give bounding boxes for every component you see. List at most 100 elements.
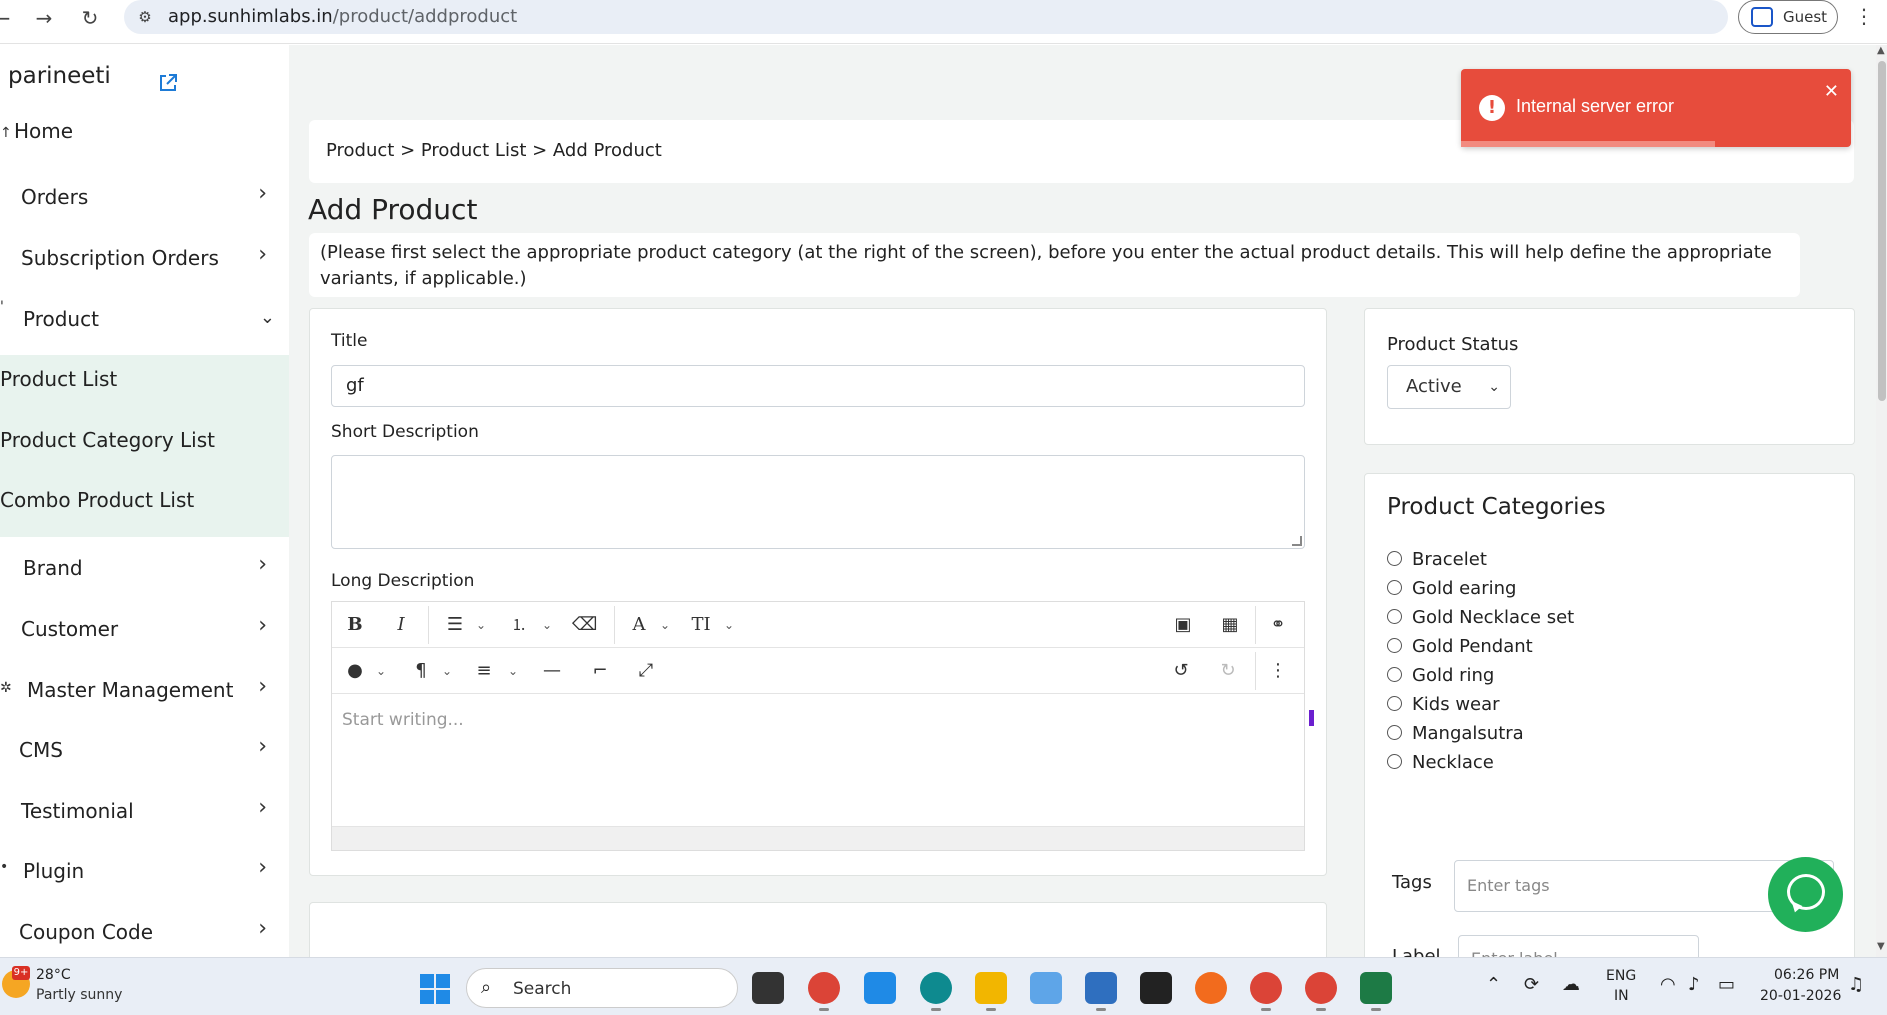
cursor-app-icon[interactable]: [1140, 972, 1172, 1004]
page-scrollbar[interactable]: ▲ ▼: [1876, 45, 1887, 957]
more-options-icon[interactable]: ⋮: [1266, 657, 1290, 685]
main-content: Product > Product List > Add Product Add…: [289, 45, 1876, 957]
chevron-down-icon[interactable]: ⌄: [476, 611, 486, 639]
font-size-icon[interactable]: TI: [688, 611, 714, 639]
sidebar-item-brand[interactable]: Brand ›: [0, 544, 289, 594]
sidebar-item-product[interactable]: ' Product ⌄: [0, 295, 289, 345]
breadcrumb[interactable]: Product > Product List > Add Product: [326, 140, 662, 161]
wifi-icon[interactable]: ◠: [1660, 974, 1676, 995]
scroll-down-icon[interactable]: ▼: [1877, 941, 1885, 952]
chevron-down-icon[interactable]: ⌄: [376, 657, 386, 685]
sidebar-item-cms[interactable]: CMS ›: [0, 726, 289, 776]
weather-temperature[interactable]: 28°C: [36, 967, 71, 983]
windows-start-icon[interactable]: [420, 974, 450, 1004]
chevron-up-icon[interactable]: ⌃: [1486, 974, 1501, 995]
image-icon[interactable]: ▣: [1171, 611, 1195, 639]
italic-icon[interactable]: I: [390, 611, 412, 639]
short-description-textarea[interactable]: [331, 455, 1305, 549]
browser-menu-icon[interactable]: ⋮: [1854, 2, 1874, 30]
link-icon[interactable]: ⚭: [1266, 611, 1290, 639]
chrome-icon[interactable]: [808, 972, 840, 1004]
language-indicator[interactable]: ENG: [1606, 968, 1636, 984]
url-text[interactable]: app.sunhimlabs.in/product/addproduct: [168, 6, 517, 27]
paragraph-icon[interactable]: ¶: [410, 657, 432, 685]
taskbar-search[interactable]: ⌕ Search: [466, 968, 738, 1008]
sidebar-item-subscription-orders[interactable]: Subscription Orders ›: [0, 234, 289, 284]
undo-icon[interactable]: ↺: [1169, 657, 1193, 685]
font-icon[interactable]: A: [628, 611, 650, 639]
battery-icon[interactable]: ▭: [1718, 974, 1735, 995]
chevron-down-icon[interactable]: ⌄: [508, 657, 518, 685]
radio-button[interactable]: [1387, 696, 1402, 711]
sync-icon[interactable]: ⟳: [1524, 974, 1539, 995]
address-bar[interactable]: ⚙ app.sunhimlabs.in/product/addproduct: [124, 0, 1728, 34]
close-icon[interactable]: ✕: [1824, 81, 1839, 102]
editor-content-area[interactable]: Start writing...: [332, 698, 1304, 825]
radio-button[interactable]: [1387, 638, 1402, 653]
numbered-list-icon[interactable]: ⒈: [508, 611, 530, 639]
sidebar-item-coupon-code[interactable]: Coupon Code ›: [0, 908, 289, 957]
radio-button[interactable]: [1387, 754, 1402, 769]
submenu-item-product-list[interactable]: Product List: [0, 355, 289, 405]
volume-icon[interactable]: ♪: [1688, 974, 1700, 995]
radio-button[interactable]: [1387, 667, 1402, 682]
clock-time[interactable]: 06:26 PM: [1774, 967, 1839, 983]
profile-button[interactable]: Guest: [1738, 0, 1838, 34]
format-painter-icon[interactable]: ⌐: [588, 657, 612, 685]
chevron-down-icon[interactable]: ⌄: [442, 657, 452, 685]
radio-button[interactable]: [1387, 580, 1402, 595]
radio-button[interactable]: [1387, 609, 1402, 624]
eraser-icon[interactable]: ⌫: [572, 611, 597, 639]
edge-icon[interactable]: [920, 972, 952, 1004]
task-view-icon[interactable]: [752, 972, 784, 1004]
chevron-down-icon[interactable]: ⌄: [724, 611, 734, 639]
chrome-icon[interactable]: [1305, 972, 1337, 1004]
forward-icon[interactable]: →: [30, 4, 58, 32]
align-icon[interactable]: ≡: [472, 657, 496, 685]
redo-icon[interactable]: ↻: [1216, 657, 1240, 685]
snipping-tool-icon[interactable]: [1030, 972, 1062, 1004]
postman-icon[interactable]: [1195, 972, 1227, 1004]
table-icon[interactable]: ▦: [1218, 611, 1242, 639]
chrome-icon[interactable]: [1250, 972, 1282, 1004]
sidebar-item-master-management[interactable]: ✲ Master Management ›: [0, 666, 289, 716]
browser-toolbar: ← → ↻ ⚙ app.sunhimlabs.in/product/addpro…: [0, 0, 1887, 44]
scrollbar-thumb[interactable]: [1878, 61, 1886, 401]
submenu-item-product-category-list[interactable]: Product Category List: [0, 416, 289, 466]
notepad-icon[interactable]: [1085, 972, 1117, 1004]
external-link-icon[interactable]: [158, 73, 178, 93]
back-icon[interactable]: ←: [0, 4, 16, 32]
sidebar-item-testimonial[interactable]: Testimonial ›: [0, 787, 289, 837]
label-input[interactable]: Enter label: [1458, 935, 1699, 957]
resize-handle-icon[interactable]: [1292, 536, 1302, 546]
fullscreen-icon[interactable]: ⤢: [634, 657, 658, 685]
scroll-up-icon[interactable]: ▲: [1877, 45, 1885, 56]
profile-icon: [1751, 7, 1773, 27]
vscode-icon[interactable]: [864, 972, 896, 1004]
sidebar-item-home[interactable]: ↑ Home: [0, 107, 289, 157]
sidebar-item-plugin[interactable]: • Plugin ›: [0, 847, 289, 897]
file-explorer-icon[interactable]: [975, 972, 1007, 1004]
site-settings-icon[interactable]: ⚙: [134, 6, 156, 28]
radio-button[interactable]: [1387, 551, 1402, 566]
reload-icon[interactable]: ↻: [76, 4, 104, 32]
sidebar-item-orders[interactable]: Orders ›: [0, 173, 289, 223]
radio-button[interactable]: [1387, 725, 1402, 740]
sidebar-item-customer[interactable]: Customer ›: [0, 605, 289, 655]
submenu-item-combo-product-list[interactable]: Combo Product List: [0, 476, 289, 526]
chevron-down-icon[interactable]: ⌄: [660, 611, 670, 639]
weather-description[interactable]: Partly sunny: [36, 987, 122, 1003]
bold-icon[interactable]: B: [344, 611, 366, 639]
bullet-list-icon[interactable]: ☰: [444, 611, 466, 639]
title-input[interactable]: gf: [331, 365, 1305, 407]
cloud-icon[interactable]: ☁: [1562, 974, 1580, 995]
notification-bell-icon[interactable]: ♫: [1848, 974, 1864, 995]
horizontal-rule-icon[interactable]: —: [540, 657, 564, 685]
clock-date[interactable]: 20-01-2026: [1760, 988, 1841, 1004]
chevron-down-icon[interactable]: ⌄: [542, 611, 552, 639]
chat-widget-button[interactable]: [1768, 857, 1843, 932]
product-status-select[interactable]: Active ⌄: [1387, 365, 1511, 409]
page-title: Add Product: [308, 193, 478, 226]
color-drop-icon[interactable]: ●: [344, 657, 366, 685]
excel-icon[interactable]: [1360, 972, 1392, 1004]
